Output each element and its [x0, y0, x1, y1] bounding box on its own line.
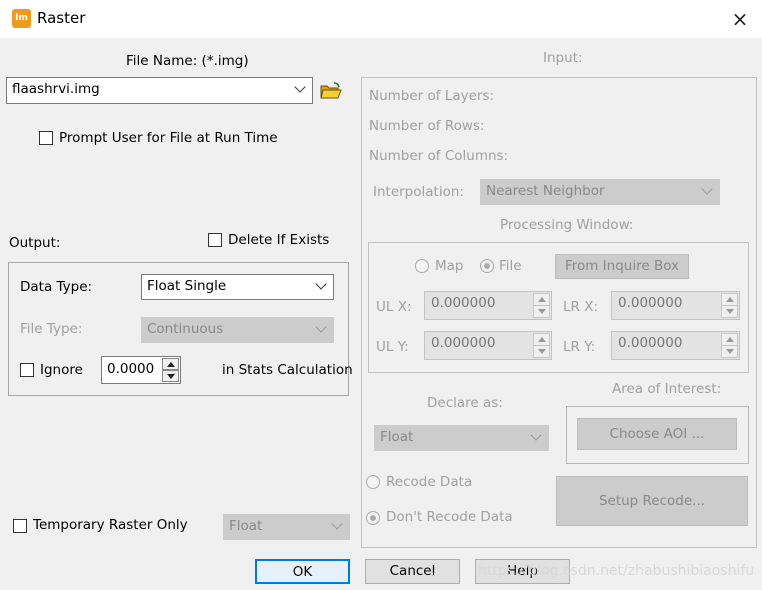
- ulx-spinner[interactable]: 0.000000: [424, 291, 552, 320]
- delete-if-exists-label: Delete If Exists: [228, 232, 330, 248]
- lrx-value: 0.000000: [618, 295, 683, 311]
- declare-as-select[interactable]: Float: [374, 425, 549, 451]
- input-label: Input:: [543, 50, 583, 66]
- spin-up-icon[interactable]: [162, 358, 179, 370]
- temporary-raster-value: Float: [229, 518, 263, 534]
- declare-as-value: Float: [380, 429, 414, 445]
- file-type-select[interactable]: Continuous: [141, 317, 334, 343]
- lrx-spinner[interactable]: 0.000000: [611, 291, 740, 320]
- file-type-label: File Type:: [20, 321, 83, 337]
- lry-label: LR Y:: [563, 339, 596, 355]
- setup-recode-button[interactable]: Setup Recode...: [556, 476, 748, 526]
- app-icon: Im: [12, 9, 31, 28]
- interpolation-label: Interpolation:: [373, 184, 464, 200]
- layers-label: Number of Layers:: [369, 88, 495, 104]
- spin-down-icon[interactable]: [721, 305, 738, 318]
- lry-value: 0.000000: [618, 335, 683, 351]
- lry-spinner[interactable]: 0.000000: [611, 331, 740, 360]
- ignore-value: 0.0000: [107, 361, 155, 377]
- spin-down-icon[interactable]: [721, 345, 738, 358]
- ulx-label: UL X:: [376, 299, 412, 315]
- temporary-raster-select[interactable]: Float: [223, 514, 350, 540]
- interpolation-value: Nearest Neighbor: [486, 183, 605, 199]
- spin-down-icon[interactable]: [533, 305, 550, 318]
- file-label: File: [499, 258, 522, 274]
- delete-if-exists-checkbox[interactable]: [208, 233, 222, 247]
- temporary-raster-label: Temporary Raster Only: [33, 517, 188, 533]
- uly-label: UL Y:: [376, 339, 409, 355]
- ignore-value-spinner[interactable]: 0.0000: [101, 356, 181, 384]
- watermark-text: https://blog.csdn.net/zhabushibiaoshifu: [478, 563, 755, 579]
- file-name-label: File Name: (*.img): [126, 53, 249, 69]
- uly-spinner[interactable]: 0.000000: [424, 331, 552, 360]
- file-type-value: Continuous: [147, 321, 224, 337]
- processing-window-label: Processing Window:: [500, 217, 634, 233]
- file-name-value: flaashrvi.img: [12, 81, 100, 97]
- file-radio[interactable]: [480, 259, 494, 273]
- spin-down-icon[interactable]: [533, 345, 550, 358]
- data-type-value: Float Single: [147, 278, 227, 294]
- temporary-raster-checkbox[interactable]: [13, 519, 27, 533]
- uly-value: 0.000000: [431, 335, 496, 351]
- output-label: Output:: [9, 235, 61, 251]
- recode-data-label: Recode Data: [386, 474, 473, 490]
- chevron-down-icon: [701, 183, 713, 195]
- ignore-label: Ignore: [40, 362, 83, 378]
- rows-label: Number of Rows:: [369, 118, 485, 134]
- recode-data-radio[interactable]: [366, 475, 380, 489]
- choose-aoi-button[interactable]: Choose AOI ...: [577, 418, 737, 450]
- prompt-user-checkbox[interactable]: [39, 131, 53, 145]
- chevron-down-icon: [315, 278, 327, 290]
- stats-calculation-label: in Stats Calculation: [222, 362, 353, 378]
- chevron-down-icon: [331, 518, 343, 530]
- map-label: Map: [435, 258, 464, 274]
- chevron-down-icon: [294, 81, 306, 93]
- close-icon[interactable]: ×: [725, 5, 755, 33]
- lrx-label: LR X:: [563, 299, 598, 315]
- ignore-checkbox[interactable]: [20, 363, 34, 377]
- title-bar: [0, 0, 762, 38]
- data-type-select[interactable]: Float Single: [141, 274, 334, 300]
- interpolation-select[interactable]: Nearest Neighbor: [480, 179, 720, 205]
- cancel-button[interactable]: Cancel: [365, 559, 460, 584]
- ulx-value: 0.000000: [431, 295, 496, 311]
- window-title: Raster: [37, 9, 86, 27]
- declare-as-label: Declare as:: [427, 395, 503, 411]
- dont-recode-data-label: Don't Recode Data: [386, 509, 513, 525]
- prompt-user-label: Prompt User for File at Run Time: [59, 130, 278, 146]
- chevron-down-icon: [530, 429, 542, 441]
- area-of-interest-label: Area of Interest:: [612, 381, 722, 397]
- map-radio[interactable]: [415, 259, 429, 273]
- chevron-down-icon: [315, 321, 327, 333]
- dont-recode-data-radio[interactable]: [366, 511, 380, 525]
- from-inquire-box-button[interactable]: From Inquire Box: [555, 254, 689, 279]
- ok-button[interactable]: OK: [255, 559, 350, 584]
- data-type-label: Data Type:: [20, 279, 93, 295]
- spin-down-icon[interactable]: [162, 370, 179, 382]
- file-name-combobox[interactable]: flaashrvi.img: [6, 77, 313, 104]
- open-folder-icon[interactable]: [320, 81, 342, 101]
- columns-label: Number of Columns:: [369, 148, 509, 164]
